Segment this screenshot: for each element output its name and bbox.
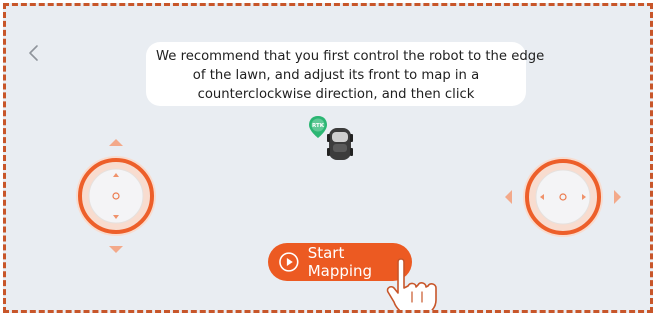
tip-line-3: counterclockwise direction, and then cli… bbox=[197, 87, 475, 102]
tap-hand-icon bbox=[386, 258, 437, 310]
left-right-joystick[interactable] bbox=[502, 152, 624, 242]
tip-line-2: of the lawn, and adjust its front to map… bbox=[192, 68, 480, 83]
down-arrow-icon bbox=[109, 246, 123, 253]
mapping-guide-screen: We recommend that you first control the … bbox=[3, 3, 653, 313]
rtk-badge: RTK bbox=[312, 123, 325, 129]
right-arrow-icon bbox=[614, 190, 621, 204]
tip-line-1: We recommend that you first control the … bbox=[156, 49, 545, 64]
instruction-tooltip: We recommend that you first control the … bbox=[146, 42, 545, 106]
robot-mower-icon: RTK bbox=[309, 116, 353, 160]
play-circle-icon bbox=[279, 252, 299, 272]
forward-backward-joystick[interactable] bbox=[70, 136, 162, 256]
up-arrow-icon bbox=[109, 139, 123, 146]
back-chevron-icon[interactable] bbox=[24, 42, 46, 64]
left-arrow-icon bbox=[505, 190, 512, 204]
